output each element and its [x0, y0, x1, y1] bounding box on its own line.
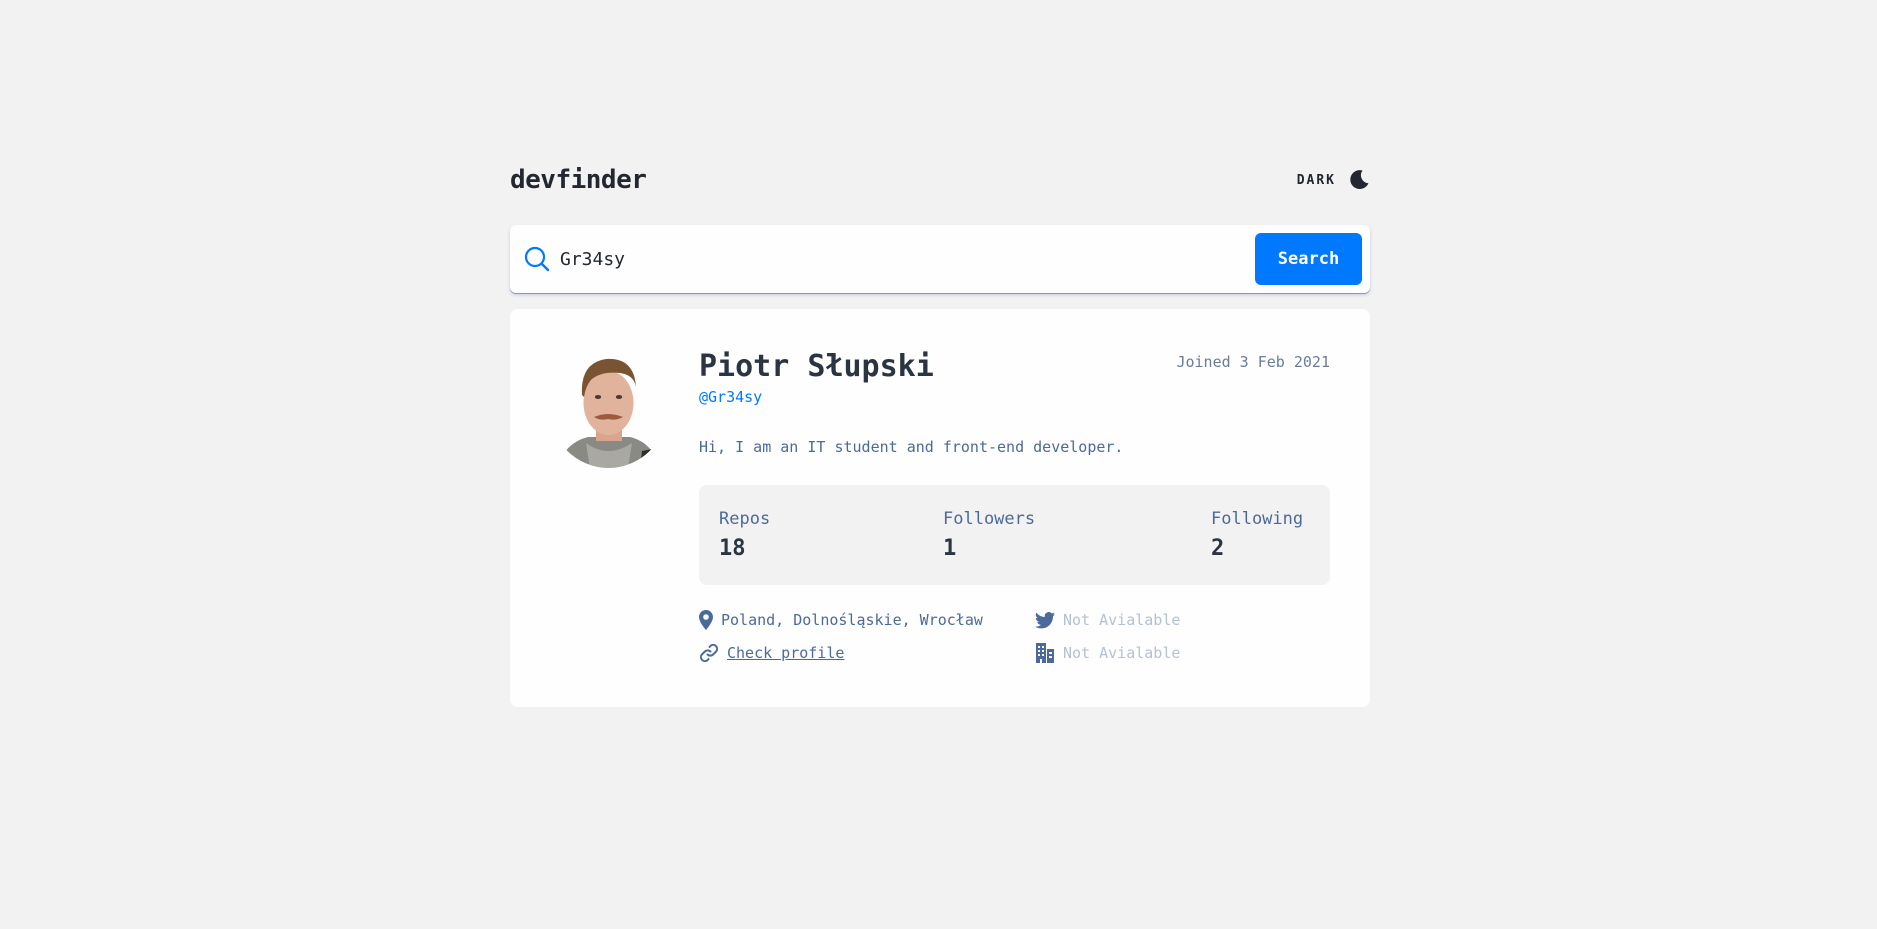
- website-link[interactable]: Check profile: [727, 644, 844, 662]
- stat-label: Repos: [719, 509, 771, 529]
- company-item: Not Avialable: [1035, 642, 1180, 664]
- stats-panel: Repos 18 Followers 1 Following 2: [699, 485, 1330, 585]
- stat-value: 2: [1211, 536, 1225, 561]
- joined-date: Joined 3 Feb 2021: [1176, 353, 1330, 371]
- profile-links: Poland, Dolnośląskie, Wrocław Not Aviala…: [699, 609, 1330, 669]
- twitter-icon: [1035, 611, 1055, 628]
- profile-card: Piotr Słupski Joined 3 Feb 2021 @Gr34sy …: [510, 309, 1370, 707]
- stat-label: Followers: [943, 509, 1036, 529]
- twitter-item: Not Avialable: [1035, 609, 1180, 631]
- theme-toggle[interactable]: DARK: [1297, 169, 1370, 191]
- header: devfinder DARK: [510, 160, 1370, 200]
- search-bar: Search: [510, 225, 1370, 293]
- stat-following: Following 2: [1211, 509, 1303, 561]
- website-item: Check profile: [699, 642, 844, 664]
- location-text: Poland, Dolnośląskie, Wrocław: [721, 611, 983, 629]
- link-icon: [699, 643, 719, 663]
- app-container: devfinder DARK Search: [510, 160, 1370, 707]
- stat-repos: Repos 18: [719, 509, 770, 561]
- twitter-text: Not Avialable: [1063, 611, 1181, 629]
- theme-toggle-label: DARK: [1296, 172, 1336, 188]
- stat-label: Following: [1211, 509, 1304, 529]
- avatar: [550, 351, 667, 468]
- location-pin-icon: [699, 610, 713, 630]
- search-button[interactable]: Search: [1255, 233, 1362, 285]
- search-input[interactable]: [558, 238, 1255, 280]
- office-building-icon: [1036, 643, 1054, 663]
- moon-icon: [1350, 170, 1369, 190]
- profile-main: Piotr Słupski Joined 3 Feb 2021 @Gr34sy …: [699, 347, 1330, 669]
- company-text: Not Avialable: [1063, 644, 1181, 662]
- profile-bio: Hi, I am an IT student and front-end dev…: [699, 438, 1124, 456]
- location-item: Poland, Dolnośląskie, Wrocław: [699, 609, 983, 631]
- app-logo: devfinder: [510, 165, 647, 195]
- stat-value: 18: [719, 536, 746, 561]
- stat-value: 1: [943, 536, 957, 561]
- search-icon: [524, 246, 550, 272]
- stat-followers: Followers 1: [943, 509, 1035, 561]
- profile-login[interactable]: @Gr34sy: [699, 387, 1330, 407]
